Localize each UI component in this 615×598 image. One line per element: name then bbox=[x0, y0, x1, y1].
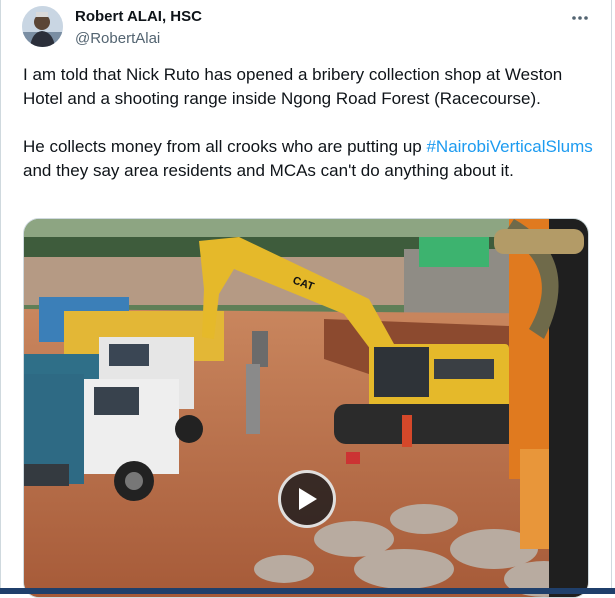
tweet-paragraph-2: He collects money from all crooks who ar… bbox=[23, 135, 598, 183]
author-handle[interactable]: @RobertAlai bbox=[75, 30, 160, 47]
tweet-paragraph-2-start: He collects money from all crooks who ar… bbox=[23, 137, 427, 156]
timeline-left-border bbox=[0, 0, 1, 590]
play-icon bbox=[299, 488, 317, 510]
avatar[interactable] bbox=[22, 6, 63, 47]
hashtag-link[interactable]: #NairobiVerticalSlums bbox=[426, 137, 592, 156]
profile-photo-icon bbox=[22, 6, 63, 47]
tweet-text: I am told that Nick Ruto has opened a br… bbox=[23, 63, 598, 183]
more-horizontal-icon bbox=[572, 16, 588, 20]
author-display-name[interactable]: Robert ALAI, HSC bbox=[75, 8, 202, 25]
tweet-paragraph-1: I am told that Nick Ruto has opened a br… bbox=[23, 65, 563, 108]
bottom-edge-bar bbox=[0, 588, 615, 594]
tweet-paragraph-2-end: and they say area residents and MCAs can… bbox=[23, 161, 514, 180]
video-thumbnail: CAT bbox=[24, 219, 588, 597]
timeline-right-border bbox=[611, 0, 612, 590]
more-options-button[interactable] bbox=[566, 6, 594, 30]
video-player[interactable]: CAT bbox=[23, 218, 589, 598]
play-button[interactable] bbox=[278, 470, 336, 528]
